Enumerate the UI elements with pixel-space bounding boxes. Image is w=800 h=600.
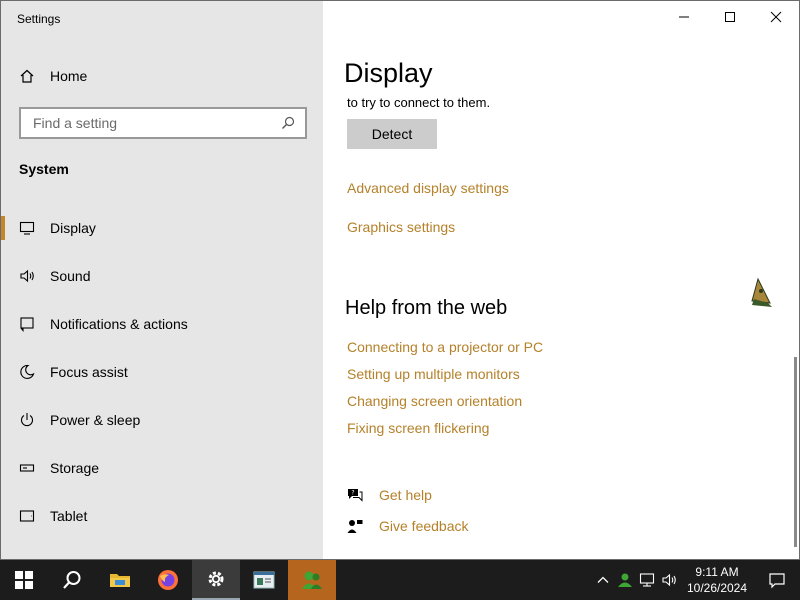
minimize-button[interactable] [661,1,707,33]
give-feedback-link[interactable]: Give feedback [347,518,469,534]
intro-text: to try to connect to them. [347,95,491,110]
close-button[interactable] [753,1,799,33]
sidebar-item-label: Tablet [50,508,88,524]
windows-icon [15,571,33,589]
system-tray: 9:11 AM 10/26/2024 [592,560,800,600]
advanced-display-settings-link[interactable]: Advanced display settings [347,180,509,196]
main-content: Display to try to connect to them. Detec… [323,1,799,559]
taskbar-firefox[interactable] [144,560,192,600]
sidebar-item-label: Display [50,220,96,236]
sidebar-item-label: Notifications & actions [50,316,188,332]
speaker-icon [19,268,35,284]
sidebar-item-label: Focus assist [50,364,128,380]
folder-icon [110,574,130,587]
gear-icon [208,571,224,587]
network-button[interactable] [636,560,658,600]
page-title: Display [344,58,433,88]
taskbar: 9:11 AM 10/26/2024 [0,560,800,600]
sidebar-item-display[interactable]: Display [1,204,323,252]
notification-icon [769,573,785,589]
graphics-settings-link[interactable]: Graphics settings [347,219,455,235]
cursor-wizard-icon [751,277,772,307]
tablet-icon [19,508,35,524]
show-hidden-icons-button[interactable] [592,560,614,600]
taskbar-settings[interactable] [192,560,240,600]
home-link[interactable]: Home [19,65,87,87]
search-icon [282,116,295,129]
speaker-icon [662,573,676,587]
people-icon [302,571,322,589]
sidebar-nav: Display Sound Notifications & actions Fo… [1,204,323,540]
search-input[interactable] [31,114,281,132]
help-link[interactable]: Connecting to a projector or PC [347,339,543,355]
clock[interactable]: 9:11 AM 10/26/2024 [680,564,754,596]
search-icon [63,571,81,589]
sidebar-item-label: Storage [50,460,100,476]
sidebar-item-storage[interactable]: Storage [1,444,323,492]
sidebar-item-focus-assist[interactable]: Focus assist [1,348,323,396]
taskbar-search-button[interactable] [48,560,96,600]
home-icon [20,69,34,83]
sidebar-item-label: Power & sleep [50,412,141,428]
clock-time: 9:11 AM [695,565,739,579]
detect-button[interactable]: Detect [347,119,437,149]
clock-date: 10/26/2024 [686,581,748,595]
chat-help-icon: ? [348,489,363,502]
tray-agent-icon-button[interactable] [614,560,636,600]
monitor-icon [19,220,35,236]
maximize-button[interactable] [707,1,753,33]
moon-icon [19,364,35,380]
volume-button[interactable] [658,560,680,600]
taskbar-agent-app[interactable] [288,560,336,600]
window-title: Settings [17,12,61,26]
section-label: System [19,161,69,177]
app-window-icon [253,571,275,589]
feedback-icon [347,520,363,533]
minimize-icon [679,16,689,18]
sidebar-item-sound[interactable]: Sound [1,252,323,300]
sidebar-item-tablet[interactable]: Tablet [1,492,323,540]
help-link[interactable]: Changing screen orientation [347,393,522,409]
taskbar-app-window[interactable] [240,560,288,600]
person-tray-icon [618,573,632,587]
get-help-label: Get help [379,487,432,503]
sidebar: Settings Home System Display Sound Notif… [1,1,323,559]
svg-text:?: ? [351,490,354,497]
notification-icon [19,316,35,332]
sidebar-item-power-sleep[interactable]: Power & sleep [1,396,323,444]
network-icon [639,573,655,587]
maximize-icon [725,12,735,22]
storage-icon [19,460,35,476]
scrollbar[interactable] [794,357,797,547]
get-help-link[interactable]: ? Get help [347,487,432,503]
close-icon [770,11,782,23]
sidebar-item-notifications[interactable]: Notifications & actions [1,300,323,348]
settings-window: Settings Home System Display Sound Notif… [0,0,800,560]
firefox-icon [158,570,178,590]
power-icon [19,412,35,428]
sidebar-item-label: Sound [50,268,91,284]
search-box[interactable] [19,107,307,139]
home-label: Home [50,68,88,84]
help-heading: Help from the web [345,297,508,319]
taskbar-file-explorer[interactable] [96,560,144,600]
help-link[interactable]: Setting up multiple monitors [347,366,520,382]
help-link[interactable]: Fixing screen flickering [347,420,489,436]
give-feedback-label: Give feedback [379,518,469,534]
action-center-button[interactable] [754,560,800,600]
chevron-up-icon [597,576,609,583]
start-button[interactable] [0,560,48,600]
